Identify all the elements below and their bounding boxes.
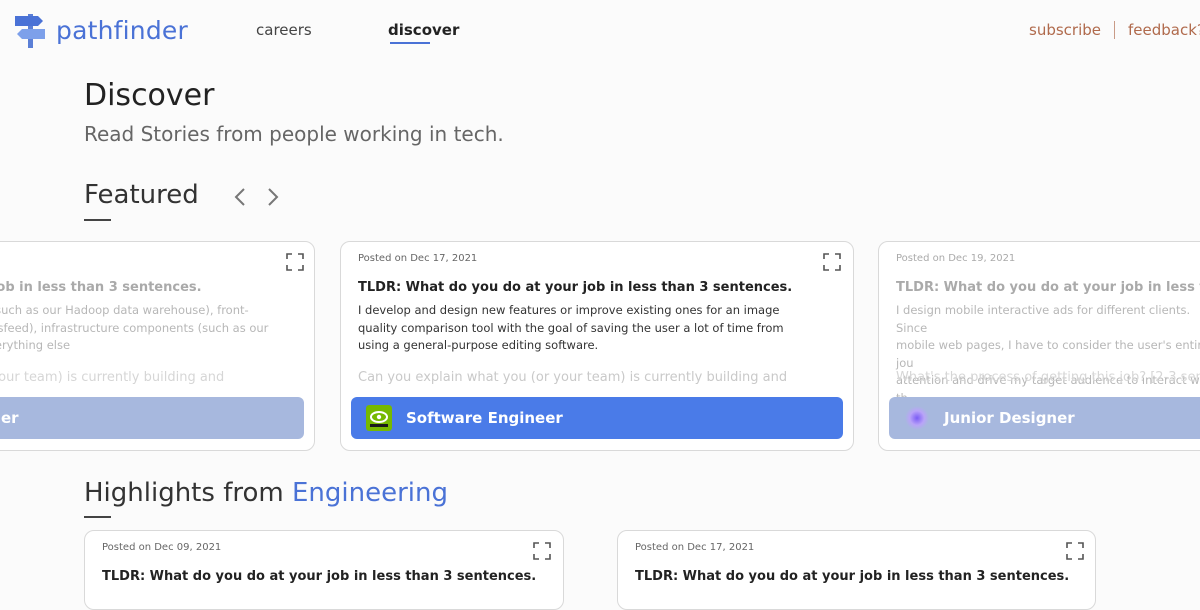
card-role-bar[interactable]: Junior Designer [889,397,1200,439]
card-next-question: What's the process of getting this job? … [896,370,1200,385]
purple-burst-logo-icon [905,406,929,430]
card-role-bar[interactable]: er [0,397,304,439]
highlights-heading-prefix: Highlights from [84,478,292,508]
featured-underline [84,219,111,221]
chevron-right-icon[interactable] [265,186,281,208]
featured-card[interactable]: Posted on Dec 17, 2021 TLDR: What do you… [340,241,854,451]
card-next-question: r your team) is currently building and [0,370,225,385]
divider [1114,21,1115,39]
highlights-heading: Highlights from Engineering [84,478,448,508]
brand-logo[interactable]: pathfinder [14,12,188,48]
card-tldr-question: r job in less than 3 sentences. [0,280,202,295]
subscribe-link[interactable]: subscribe [1029,21,1101,39]
signpost-logo-icon [15,14,45,48]
nav-active-indicator [390,42,430,44]
brand-name: pathfinder [56,15,188,45]
page-title: Discover [84,78,215,113]
card-role-title: Software Engineer [406,409,563,427]
card-posted-date: Posted on Dec 09, 2021 [102,542,222,553]
header-right-links: subscribe feedback? [1029,21,1200,39]
card-posted-date: Posted on Dec 19, 2021 [896,253,1016,264]
card-role-bar[interactable]: Software Engineer [351,397,843,439]
expand-icon[interactable] [533,542,551,560]
card-tldr-question: TLDR: What do you do at your job in less… [358,280,793,295]
card-tldr-question: TLDR: What do you do at your job in less… [896,280,1200,295]
card-posted-date: Posted on Dec 17, 2021 [635,542,755,553]
card-next-question: Can you explain what you (or your team) … [358,370,788,385]
card-posted-date: Posted on Dec 17, 2021 [358,253,478,264]
card-answer: s (such as our Hadoop data warehouse), f… [0,303,269,352]
featured-card[interactable]: r job in less than 3 sentences. s (such … [0,241,315,451]
nav-careers[interactable]: careers [256,21,312,39]
chevron-left-icon[interactable] [232,186,248,208]
card-answer: I design mobile interactive ads for diff… [896,303,1200,405]
highlight-card[interactable]: Posted on Dec 17, 2021 TLDR: What do you… [617,530,1096,610]
highlights-underline [84,516,111,518]
featured-heading: Featured [84,180,199,210]
expand-icon[interactable] [1066,542,1084,560]
expand-icon[interactable] [286,253,304,271]
card-role-title: er [1,409,19,427]
featured-card[interactable]: Posted on Dec 19, 2021 TLDR: What do you… [878,241,1200,451]
highlight-card[interactable]: Posted on Dec 09, 2021 TLDR: What do you… [84,530,564,610]
feedback-link[interactable]: feedback? [1128,21,1200,39]
card-answer: I develop and design new features or imp… [358,303,784,352]
highlights-category[interactable]: Engineering [292,478,448,508]
page-subtitle: Read Stories from people working in tech… [84,122,504,146]
nav-discover[interactable]: discover [388,21,459,39]
nvidia-logo-icon [366,405,392,431]
expand-icon[interactable] [823,253,841,271]
card-role-title: Junior Designer [944,409,1075,427]
